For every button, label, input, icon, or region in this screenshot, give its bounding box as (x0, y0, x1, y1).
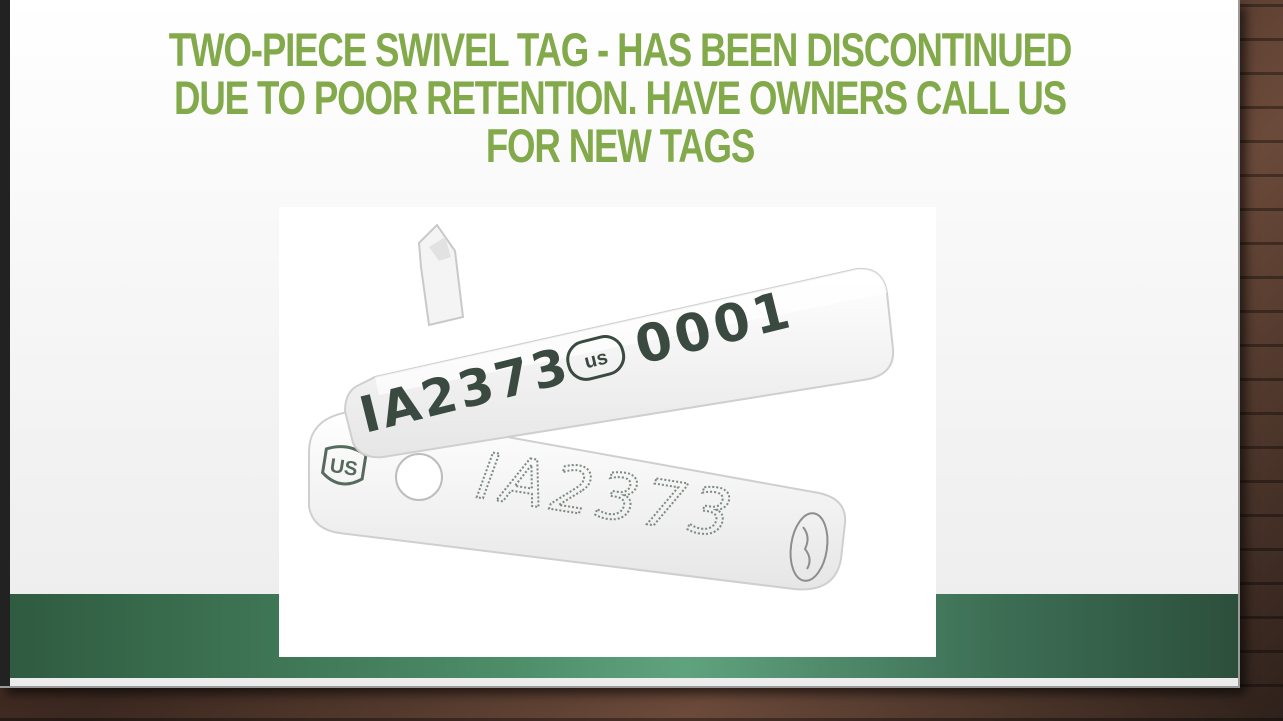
slide: TWO-PIECE SWIVEL TAG - HAS BEEN DISCONTI… (0, 0, 1240, 688)
swivel-tag-illustration: US IA2373 IA2373 us 0001 (308, 223, 895, 591)
bottom-tag-badge: US (328, 455, 359, 481)
tag-pin (417, 223, 465, 327)
slide-title: TWO-PIECE SWIVEL TAG - HAS BEEN DISCONTI… (168, 23, 1073, 172)
slide-left-edge (0, 0, 10, 686)
swivel-tag-photo: US IA2373 IA2373 us 0001 (279, 207, 936, 657)
